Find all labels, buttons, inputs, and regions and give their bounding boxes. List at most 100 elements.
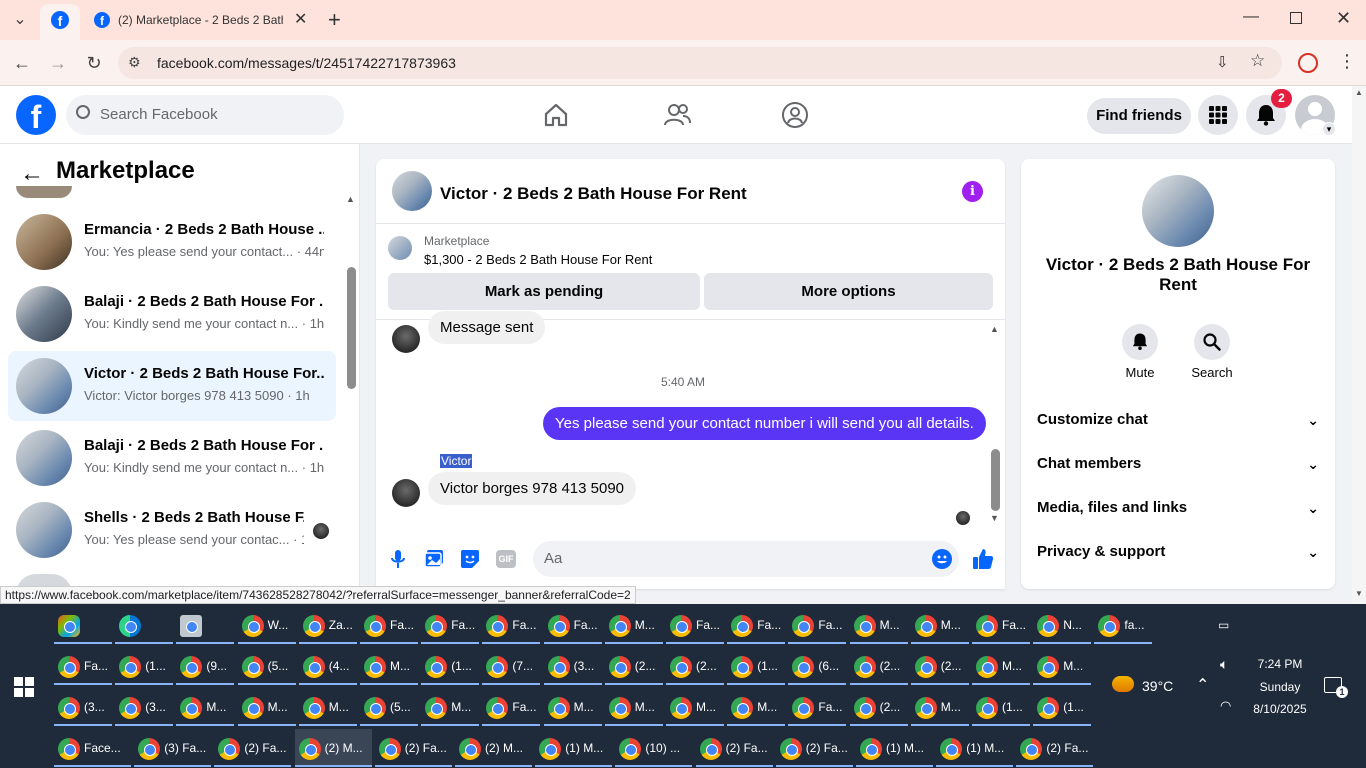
clock-time[interactable]: 7:24 PM <box>1240 657 1320 671</box>
volume-icon[interactable]: 🔈︎ <box>1220 656 1228 673</box>
taskbar-window-button[interactable]: Fa... <box>360 606 418 644</box>
scroll-up-icon[interactable]: ▲ <box>346 194 355 204</box>
taskbar-window-button[interactable]: Fa... <box>543 606 602 644</box>
windows-start-icon[interactable] <box>14 677 34 697</box>
taskbar-window-button[interactable]: Fa... <box>666 606 724 644</box>
taskbar-window-button[interactable]: (2... <box>849 647 908 685</box>
contact-avatar[interactable] <box>1142 175 1214 247</box>
chat-members-row[interactable]: Chat members ⌄ <box>1037 444 1319 484</box>
taskbar-window-button[interactable]: M... <box>604 688 663 726</box>
reload-icon[interactable]: ↻ <box>82 51 106 75</box>
conversation-item[interactable]: Balaji · 2 Beds 2 Bath House For ... You… <box>8 423 336 493</box>
search-input[interactable]: Search Facebook <box>66 95 344 135</box>
conversation-item[interactable]: Balaji · 2 Beds 2 Bath House For ... You… <box>8 279 336 349</box>
chat-title[interactable]: Victor · 2 Beds 2 Bath House For Rent <box>440 184 747 204</box>
taskbar-window-button[interactable]: M... <box>176 688 235 726</box>
privacy-support-row[interactable]: Privacy & support ⌄ <box>1037 532 1319 572</box>
gif-icon[interactable]: GIF <box>496 550 516 568</box>
left-scrollbar-thumb[interactable] <box>347 267 356 389</box>
conversation-item[interactable]: Ermancia · 2 Beds 2 Bath House ... You: … <box>8 207 336 277</box>
taskbar-window-button[interactable]: M... <box>666 688 724 726</box>
bookmark-star-icon[interactable]: ☆ <box>1250 51 1265 71</box>
scroll-up-icon[interactable]: ▲ <box>1355 88 1363 97</box>
search-conversation-button[interactable] <box>1194 324 1230 360</box>
profile-icon[interactable] <box>1298 53 1318 73</box>
taskbar-window-button[interactable]: (1... <box>421 647 480 685</box>
taskbar-window-button[interactable]: M... <box>298 688 357 726</box>
taskbar-window-button[interactable]: Za... <box>298 606 357 644</box>
tab-close-icon[interactable]: ✕ <box>294 9 307 29</box>
conversation-item[interactable]: Shells · 2 Beds 2 Bath House F... You: Y… <box>8 495 336 565</box>
facebook-logo[interactable]: f <box>16 95 56 135</box>
taskbar-window-button[interactable]: (1... <box>1033 688 1092 726</box>
install-app-icon[interactable]: ⇩ <box>1216 53 1229 71</box>
taskbar-window-button[interactable]: (2) M... <box>455 729 532 767</box>
taskbar-window-button[interactable]: Fa... <box>788 606 847 644</box>
account-chevron-icon[interactable]: ▾ <box>1322 122 1336 136</box>
conversation-item-selected[interactable]: Victor · 2 Beds 2 Bath House For... Vict… <box>8 351 336 421</box>
media-files-links-row[interactable]: Media, files and links ⌄ <box>1037 488 1319 528</box>
taskbar-window-button[interactable]: M... <box>604 606 663 644</box>
page-scrollbar[interactable]: ▲ ▼ <box>1352 86 1366 604</box>
taskbar-window-button[interactable]: (3) Fa... <box>134 729 212 767</box>
mute-button[interactable] <box>1122 324 1158 360</box>
taskbar-window-button[interactable]: W... <box>237 606 296 644</box>
taskbar-window-button[interactable]: (2... <box>849 688 908 726</box>
taskbar-window-button[interactable] <box>54 606 112 644</box>
microphone-icon[interactable] <box>390 549 406 569</box>
taskbar-window-button[interactable]: (3... <box>54 688 112 726</box>
message-input[interactable]: Aa <box>533 541 959 577</box>
sender-avatar[interactable] <box>392 325 420 353</box>
taskbar-window-button[interactable]: (1) M... <box>936 729 1014 767</box>
tray-overflow-chevron-icon[interactable]: ⌃ <box>1196 675 1209 695</box>
new-tab-icon[interactable]: + <box>328 7 341 33</box>
taskbar-window-button[interactable]: (4... <box>298 647 357 685</box>
taskbar-window-button[interactable]: Fa... <box>727 606 786 644</box>
weather-icon[interactable] <box>1112 676 1134 692</box>
taskbar-window-button[interactable]: (7... <box>482 647 541 685</box>
taskbar-window-button[interactable] <box>176 606 235 644</box>
taskbar-window-button[interactable]: M... <box>910 606 969 644</box>
forward-icon[interactable]: → <box>46 51 70 75</box>
weather-temp[interactable]: 39°C <box>1142 678 1173 694</box>
scroll-down-icon[interactable]: ▼ <box>1355 589 1363 598</box>
taskbar-window-button[interactable]: (2) Fa... <box>214 729 292 767</box>
tab-marketplace[interactable]: f (2) Marketplace - 2 Beds 2 Bath ✕ <box>86 4 322 36</box>
taskbar-window-button[interactable]: M... <box>237 688 296 726</box>
tab-list-chevron-icon[interactable]: ⌄ <box>8 8 32 32</box>
taskbar-window-button[interactable]: (2... <box>666 647 724 685</box>
taskbar-window-button[interactable]: M... <box>421 688 480 726</box>
taskbar-window-button[interactable]: (5... <box>360 688 418 726</box>
taskbar-window-button[interactable] <box>115 606 174 644</box>
site-info-icon[interactable]: ⚙ <box>128 54 141 71</box>
tab-facebook-pinned[interactable]: f <box>40 4 80 40</box>
taskbar-window-button[interactable]: (2... <box>604 647 663 685</box>
home-icon[interactable] <box>543 102 569 128</box>
chat-scrollbar-thumb[interactable] <box>991 449 1000 511</box>
taskbar-window-button[interactable]: Fa... <box>788 688 847 726</box>
taskbar-window-button[interactable]: (1) M... <box>856 729 933 767</box>
taskbar-window-button[interactable]: (2) Fa... <box>374 729 452 767</box>
restore-icon[interactable] <box>1290 12 1302 24</box>
taskbar-window-button[interactable]: M... <box>543 688 602 726</box>
taskbar-window-button[interactable]: (3... <box>543 647 602 685</box>
chat-avatar[interactable] <box>392 171 432 211</box>
sender-avatar[interactable] <box>392 479 420 507</box>
taskbar-window-button[interactable]: Fa... <box>421 606 480 644</box>
taskbar-window-button[interactable]: Fa... <box>972 606 1030 644</box>
scroll-up-icon[interactable]: ▲ <box>990 324 999 334</box>
taskbar-window-button[interactable]: fa... <box>1094 606 1153 644</box>
taskbar-window-button[interactable]: (5... <box>237 647 296 685</box>
back-arrow-icon[interactable]: ← <box>20 160 44 188</box>
photo-icon[interactable] <box>424 549 444 569</box>
taskbar-window-button[interactable]: (6... <box>788 647 847 685</box>
info-icon[interactable]: i <box>962 181 983 202</box>
scroll-down-icon[interactable]: ▼ <box>990 513 999 523</box>
taskbar-window-button[interactable]: (9... <box>176 647 235 685</box>
more-options-button[interactable]: More options <box>704 273 993 310</box>
mark-as-pending-button[interactable]: Mark as pending <box>388 273 700 310</box>
emoji-icon[interactable] <box>932 549 952 569</box>
taskbar-window-button[interactable]: (1... <box>115 647 174 685</box>
taskbar-window-button[interactable]: (3... <box>115 688 174 726</box>
taskbar-window-button[interactable]: (1) M... <box>535 729 613 767</box>
